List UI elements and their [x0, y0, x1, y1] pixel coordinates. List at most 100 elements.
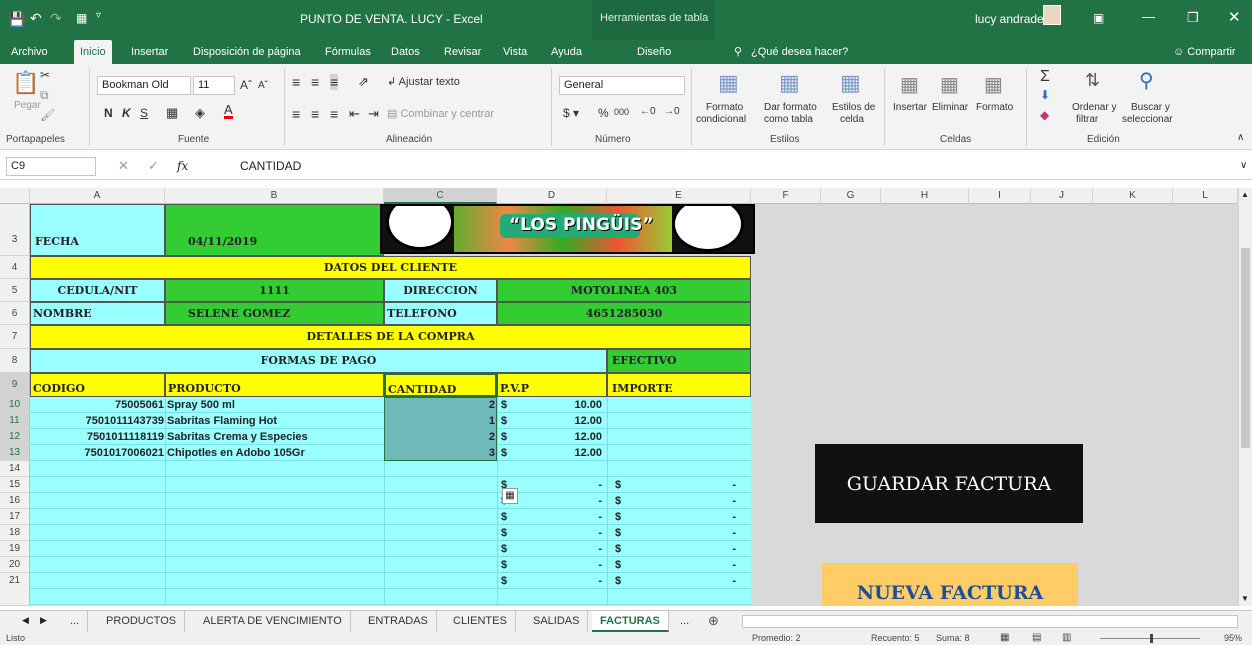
- sheet-tab-more[interactable]: ...: [62, 611, 89, 632]
- row-header[interactable]: 13: [0, 445, 30, 461]
- sheet-tab-entradas[interactable]: ENTRADAS: [360, 611, 437, 632]
- vertical-scrollbar[interactable]: ▲ ▼: [1238, 188, 1252, 606]
- col-header[interactable]: D: [497, 188, 607, 204]
- redo-icon[interactable]: ↷: [50, 10, 62, 27]
- collapse-ribbon-icon[interactable]: ∧: [1237, 132, 1244, 143]
- fill-color-icon[interactable]: ◈: [195, 105, 205, 121]
- conditional-format-label-2[interactable]: condicional: [696, 114, 746, 125]
- prev-sheet-icon[interactable]: ◀: [22, 615, 29, 626]
- row-header[interactable]: 15: [0, 477, 30, 493]
- item-cantidad[interactable]: 2: [384, 429, 495, 445]
- row-header[interactable]: 9: [0, 373, 30, 397]
- sheet-tab-productos[interactable]: PRODUCTOS: [98, 611, 186, 632]
- item-producto[interactable]: Sabritas Crema y Especies: [167, 429, 308, 445]
- row-header[interactable]: 11: [0, 413, 30, 429]
- sheet-tab-facturas[interactable]: FACTURAS: [592, 611, 669, 632]
- detalles-header[interactable]: DETALLES DE LA COMPRA: [30, 325, 751, 349]
- close-icon[interactable]: ✕: [1228, 8, 1241, 26]
- nombre-label[interactable]: NOMBRE: [30, 302, 165, 325]
- nueva-factura-button[interactable]: NUEVA FACTURA: [822, 563, 1078, 606]
- wrap-text-button[interactable]: ↲ Ajustar texto: [387, 75, 460, 88]
- conditional-format-icon[interactable]: ▦: [718, 70, 739, 96]
- item-cantidad[interactable]: 2: [384, 397, 495, 413]
- format-table-label[interactable]: Dar formato: [764, 102, 817, 113]
- col-header[interactable]: J: [1031, 188, 1093, 204]
- format-table-icon[interactable]: ▦: [779, 70, 800, 96]
- col-header[interactable]: L: [1173, 188, 1238, 204]
- number-format-select[interactable]: General: [559, 76, 685, 95]
- row-header[interactable]: 7: [0, 325, 30, 349]
- datos-cliente-header[interactable]: DATOS DEL CLIENTE: [30, 256, 751, 279]
- format-painter-icon[interactable]: 🖌: [40, 108, 55, 122]
- user-name[interactable]: lucy andrade: [975, 12, 1044, 26]
- item-codigo[interactable]: 7501017006021: [30, 445, 164, 461]
- col-header[interactable]: E: [607, 188, 751, 204]
- insert-cells-icon[interactable]: ▦: [900, 72, 919, 97]
- comma-style-icon[interactable]: 000: [614, 107, 629, 117]
- increase-decimal-icon[interactable]: ←0: [640, 106, 656, 117]
- paste-label[interactable]: Pegar: [14, 100, 41, 111]
- copy-icon[interactable]: ⧉: [40, 88, 49, 103]
- sheet-tab-more-right[interactable]: ...: [672, 611, 697, 632]
- tab-vista[interactable]: Vista: [503, 40, 527, 64]
- orientation-icon[interactable]: ⇗: [358, 74, 369, 90]
- tab-diseno[interactable]: Diseño: [637, 40, 671, 64]
- delete-cells-label[interactable]: Eliminar: [932, 102, 968, 113]
- cut-icon[interactable]: ✂: [40, 68, 50, 82]
- increase-indent-icon[interactable]: ⇥: [368, 106, 379, 122]
- enter-icon[interactable]: ✓: [148, 158, 159, 174]
- font-name-select[interactable]: Bookman Old: [97, 76, 191, 95]
- bold-button[interactable]: N: [104, 106, 113, 120]
- customize-toolbar-icon[interactable]: ▿: [96, 10, 101, 21]
- fill-icon[interactable]: ⬇: [1040, 88, 1050, 102]
- cell-styles-label[interactable]: Estilos de: [832, 102, 875, 113]
- cantidad-header[interactable]: CANTIDAD: [384, 373, 497, 397]
- find-select-label-2[interactable]: seleccionar: [1122, 114, 1173, 125]
- align-right-icon[interactable]: ≡: [330, 106, 338, 122]
- pvp-header[interactable]: P.V.P: [497, 373, 607, 397]
- sheet-tab-salidas[interactable]: SALIDAS: [525, 611, 589, 632]
- col-header[interactable]: H: [881, 188, 969, 204]
- item-cantidad[interactable]: 1: [384, 413, 495, 429]
- merge-center-button[interactable]: ▤ Combinar y centrar: [387, 107, 494, 120]
- col-header[interactable]: I: [969, 188, 1031, 204]
- telefono-value[interactable]: 4651285030: [497, 302, 751, 325]
- direccion-value[interactable]: MOTOLINEA 403: [497, 279, 751, 302]
- save-icon[interactable]: 💾: [8, 11, 25, 28]
- form-icon[interactable]: ▦: [76, 11, 87, 25]
- conditional-format-label[interactable]: Formato: [706, 102, 743, 113]
- row-header[interactable]: 18: [0, 525, 30, 541]
- share-button[interactable]: ☺ Compartir: [1173, 40, 1236, 64]
- tab-archivo[interactable]: Archivo: [11, 40, 48, 64]
- cedula-value[interactable]: 1111: [165, 279, 384, 302]
- format-table-label-2[interactable]: como tabla: [764, 114, 813, 125]
- italic-button[interactable]: K: [122, 106, 131, 120]
- tab-disposicion[interactable]: Disposición de página: [193, 40, 301, 64]
- importe-header[interactable]: IMPORTE: [607, 373, 751, 397]
- cedula-label[interactable]: CEDULA/NIT: [30, 279, 165, 302]
- col-header[interactable]: A: [30, 188, 165, 204]
- row-header[interactable]: 19: [0, 541, 30, 557]
- item-pvp[interactable]: 10.00: [550, 397, 602, 413]
- add-sheet-icon[interactable]: ⊕: [708, 613, 719, 629]
- item-producto[interactable]: Spray 500 ml: [167, 397, 235, 413]
- worksheet-grid[interactable]: FECHA 04/11/2019 “LOS PINGÜIS” DATOS DEL…: [30, 204, 1238, 606]
- next-sheet-icon[interactable]: ▶: [40, 615, 47, 626]
- align-top-icon[interactable]: ≡: [292, 74, 300, 90]
- formas-pago-label[interactable]: FORMAS DE PAGO: [30, 349, 607, 373]
- col-header[interactable]: F: [751, 188, 821, 204]
- format-cells-icon[interactable]: ▦: [984, 72, 1003, 97]
- borders-icon[interactable]: ▦: [166, 105, 178, 121]
- item-codigo[interactable]: 7501011118119: [30, 429, 164, 445]
- grow-font-icon[interactable]: Aˆ: [240, 78, 252, 92]
- undo-icon[interactable]: ↶: [30, 10, 42, 27]
- insert-cells-label[interactable]: Insertar: [893, 102, 927, 113]
- find-icon[interactable]: ⚲: [1139, 68, 1154, 93]
- cell-styles-icon[interactable]: ▦: [840, 70, 861, 96]
- row-header[interactable]: 3: [0, 204, 30, 256]
- quick-analysis-icon[interactable]: ▦: [502, 488, 518, 504]
- sheet-tab-alerta[interactable]: ALERTA DE VENCIMIENTO: [195, 611, 351, 632]
- tab-revisar[interactable]: Revisar: [444, 40, 481, 64]
- row-header[interactable]: 12: [0, 429, 30, 445]
- telefono-label[interactable]: TELEFONO: [384, 302, 497, 325]
